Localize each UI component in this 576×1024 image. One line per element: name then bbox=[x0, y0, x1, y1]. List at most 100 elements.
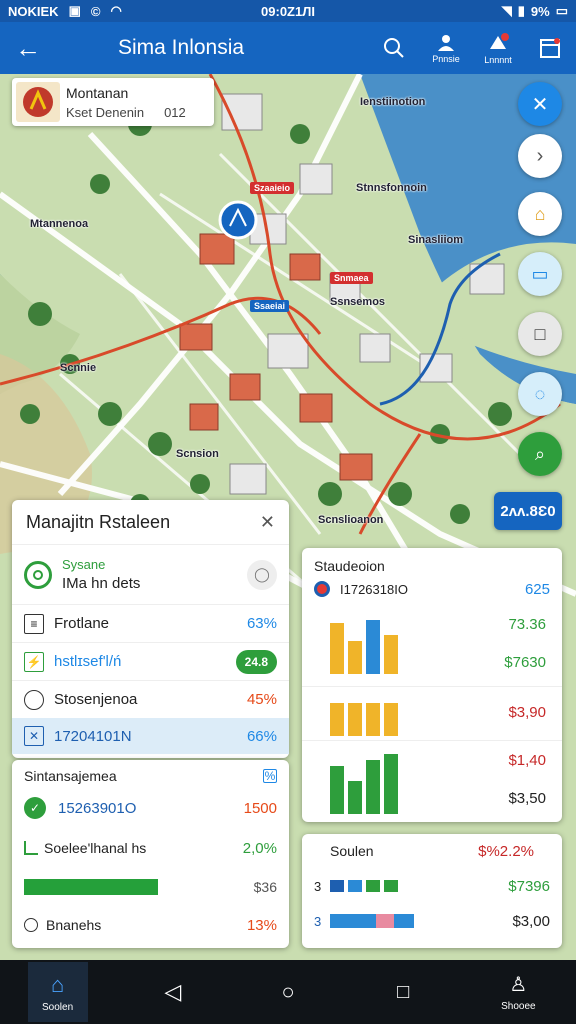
list-item[interactable]: 3 $7396 bbox=[302, 868, 562, 904]
mini-bar bbox=[330, 880, 344, 892]
list-item-selected[interactable]: ✕ 17204101N 66% bbox=[12, 718, 289, 754]
row-value: 45% bbox=[246, 691, 277, 708]
home-poi-button[interactable]: ⌂ bbox=[518, 192, 562, 236]
map-label: Stnnsfonnoin bbox=[356, 182, 427, 194]
row-amount: $3,00 bbox=[512, 912, 550, 930]
statistics-panel: Staudeoion I1726318IO 625 73.36 $7630 $3… bbox=[302, 548, 562, 822]
location-logo bbox=[16, 82, 60, 122]
row-value: 63% bbox=[246, 615, 277, 632]
nav-back[interactable]: ◁ bbox=[143, 962, 203, 1022]
row-label: hstlɪsef'l/ń bbox=[54, 653, 122, 670]
next-button[interactable]: › bbox=[518, 134, 562, 178]
nav-profile[interactable]: ♙ Shooee bbox=[488, 962, 548, 1022]
map-label: Mtannenoa bbox=[30, 218, 89, 230]
check-icon: ✓ bbox=[24, 797, 46, 819]
mini-bar bbox=[376, 914, 394, 928]
location-code: 012 bbox=[164, 104, 186, 120]
chart-bar bbox=[384, 635, 398, 674]
house-icon: ⌂ bbox=[534, 203, 546, 224]
back-icon: ◁ bbox=[164, 979, 182, 1004]
home-icon: ⌂ bbox=[50, 971, 65, 997]
chart-bar bbox=[366, 620, 380, 674]
layers-button[interactable]: ▭ bbox=[518, 252, 562, 296]
list-item[interactable]: Stosenjenoa 45% bbox=[12, 680, 289, 718]
person-alert-button[interactable]: Pnnsie bbox=[420, 22, 472, 74]
mini-bar bbox=[348, 880, 362, 892]
arrow-left-icon: ← bbox=[15, 32, 41, 63]
row-badge[interactable]: 24.8 bbox=[235, 649, 277, 674]
list-item[interactable]: ✓ 15263901O 1500 bbox=[12, 792, 289, 824]
search-icon bbox=[384, 38, 404, 58]
chat-button[interactable]: ◌ bbox=[518, 372, 562, 416]
nav-home[interactable]: ⌂ Soolen bbox=[27, 962, 88, 1022]
nav-recents[interactable]: □ bbox=[373, 962, 433, 1022]
progress-bar bbox=[24, 879, 158, 895]
chart-icon: ⚡ bbox=[24, 651, 44, 672]
progress-row: $36 bbox=[12, 872, 289, 902]
tag-icon bbox=[24, 918, 38, 932]
map-label: Ienstiinotion bbox=[360, 96, 426, 108]
info-icon[interactable]: % bbox=[263, 769, 277, 783]
record-icon bbox=[314, 581, 330, 597]
app-title: Sima Inlonsia bbox=[118, 36, 245, 59]
nav-home-circle[interactable]: ○ bbox=[258, 962, 318, 1022]
close-icon: ✕ bbox=[259, 511, 275, 532]
panel-title: Staudeoion bbox=[314, 558, 385, 574]
search-button[interactable] bbox=[368, 22, 420, 74]
map-chip[interactable]: Snmaea bbox=[330, 272, 373, 284]
mini-bar bbox=[384, 880, 398, 892]
progress-track bbox=[24, 879, 240, 895]
row-label: 15263901O bbox=[58, 799, 137, 817]
notification-button[interactable]: Lnnnnt bbox=[472, 22, 524, 74]
row-label: Frotlane bbox=[54, 615, 110, 632]
list-item[interactable]: Bnanehs 13% bbox=[12, 902, 289, 948]
map-search-button[interactable]: ⌕ bbox=[518, 432, 562, 476]
status-circle-icon bbox=[24, 560, 52, 589]
battery-icon: ▭ bbox=[555, 3, 568, 18]
square-button[interactable]: □ bbox=[518, 312, 562, 356]
chevron-right-icon: › bbox=[536, 144, 544, 167]
location-title: Montanan bbox=[66, 84, 129, 101]
map-label: Sinasliiom bbox=[408, 234, 464, 246]
row-label: Bnanehs bbox=[46, 917, 102, 933]
drop-icon: ◯ bbox=[254, 566, 270, 582]
bottom-navigation: ⌂ Soolen ◁ ○ □ ♙ Shooee bbox=[0, 960, 576, 1024]
map-chip[interactable]: Szaaieio bbox=[250, 182, 295, 194]
row-amount: $7396 bbox=[508, 877, 550, 895]
list-item[interactable]: Soelee'lhanal hs 2,0% bbox=[12, 824, 289, 872]
mini-bar bbox=[394, 914, 414, 928]
list-item[interactable]: ≡ Frotlane 63% bbox=[12, 604, 289, 642]
app-bar: ← Sima Inlonsia Pnnsie Lnnnnt bbox=[0, 22, 576, 74]
calendar-icon bbox=[540, 38, 560, 58]
row-value: 13% bbox=[246, 916, 277, 934]
person-alert-icon bbox=[438, 34, 454, 51]
calendar-button[interactable] bbox=[524, 22, 576, 74]
mini-bars bbox=[330, 880, 508, 892]
battery-percent: 9% bbox=[530, 3, 550, 19]
close-map-button[interactable]: ✕ bbox=[518, 82, 562, 126]
chart-bar bbox=[384, 754, 398, 814]
amount-label: $1,40 bbox=[508, 752, 546, 769]
chart-icon bbox=[24, 841, 38, 855]
row-value: 66% bbox=[246, 727, 277, 745]
back-button[interactable]: ← bbox=[0, 22, 56, 74]
status-toggle[interactable]: ◯ bbox=[247, 559, 277, 590]
map-chip[interactable]: Ssaeiai bbox=[250, 300, 290, 312]
row-value: 2,0% bbox=[242, 839, 277, 857]
close-panel-button[interactable]: ✕ bbox=[260, 512, 275, 533]
chart-bar bbox=[366, 760, 380, 814]
location-info-card[interactable]: Montanan Kset Denenin 012 bbox=[12, 78, 214, 126]
status-label: Sysane bbox=[62, 557, 106, 572]
map-label: Ssnsemos bbox=[330, 296, 386, 308]
list-item[interactable]: 3 $3,00 bbox=[302, 904, 562, 938]
notification-icon bbox=[490, 32, 509, 49]
zoom-badge[interactable]: 2ʌʌ.8Ɛ0 bbox=[494, 492, 562, 530]
panel-amount: $%2.2% bbox=[478, 842, 534, 860]
chart-bar bbox=[330, 703, 344, 736]
row-prefix: 3 bbox=[314, 913, 322, 929]
list-item[interactable]: ⚡ hstlɪsef'l/ń 24.8 bbox=[12, 642, 289, 680]
stats-header-row: I1726318IO 625 bbox=[302, 574, 562, 604]
signal-icon: ▮ bbox=[517, 3, 525, 18]
map-label: Scnsion bbox=[176, 448, 219, 460]
row-prefix: 3 bbox=[314, 878, 322, 894]
